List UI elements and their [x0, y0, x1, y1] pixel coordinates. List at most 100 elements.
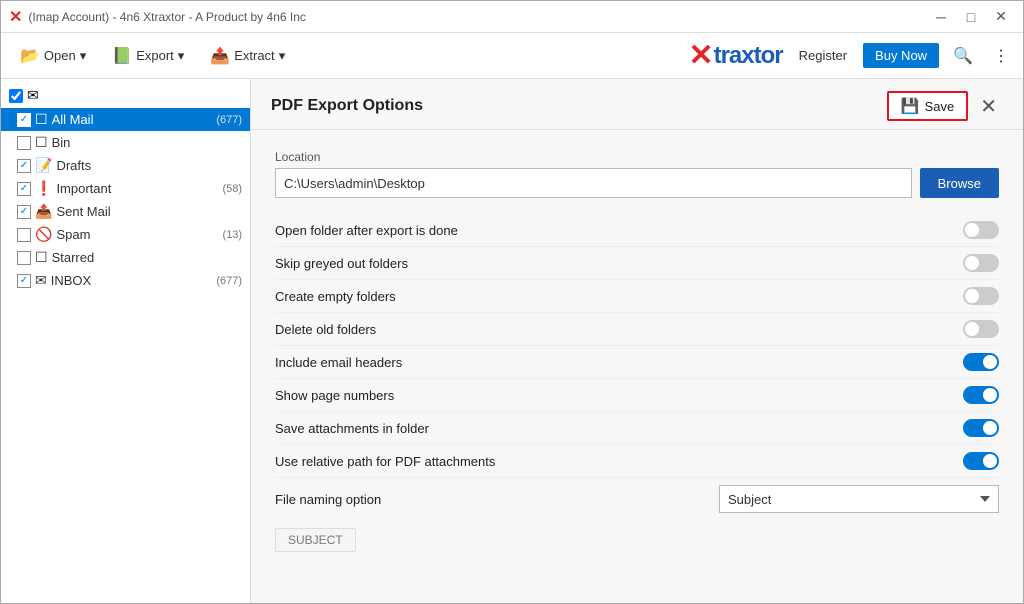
- inbox-label: INBOX: [51, 273, 213, 288]
- titlebar-left: ✕ (Imap Account) - 4n6 Xtraxtor - A Prod…: [9, 7, 306, 27]
- toggle-thumb-save-attachments: [983, 421, 997, 435]
- toggle-label-include-headers: Include email headers: [275, 355, 402, 370]
- open-chevron: ▾: [80, 48, 87, 64]
- titlebar-title: (Imap Account) - 4n6 Xtraxtor - A Produc…: [28, 10, 305, 24]
- maximize-button[interactable]: □: [957, 7, 985, 27]
- location-input[interactable]: [275, 168, 912, 198]
- sidebar-master-checkbox[interactable]: [9, 89, 23, 103]
- toolbar-right: ✕ traxtor Register Buy Now 🔍 ⋮: [688, 38, 1015, 73]
- spam-folder-icon: 🚫: [35, 226, 52, 243]
- logo-text: traxtor: [714, 42, 783, 70]
- save-label: Save: [925, 99, 955, 114]
- file-naming-select[interactable]: SubjectDateFromTo: [719, 485, 999, 513]
- open-label: Open: [44, 48, 76, 63]
- panel: PDF Export Options 💾 Save ✕ Location Bro…: [251, 79, 1023, 603]
- toggle-include-headers[interactable]: [963, 353, 999, 371]
- all-mail-label: All Mail: [52, 112, 213, 127]
- file-naming-label: File naming option: [275, 492, 381, 507]
- starred-checkbox[interactable]: [17, 251, 31, 265]
- toggle-label-skip-greyed: Skip greyed out folders: [275, 256, 408, 271]
- sidebar-item-important[interactable]: ❗ Important (58): [1, 177, 250, 200]
- save-button[interactable]: 💾 Save: [887, 91, 968, 121]
- toggle-open-folder[interactable]: [963, 221, 999, 239]
- all-mail-checkbox[interactable]: [17, 113, 31, 127]
- sent-mail-folder-icon: 📤: [35, 203, 52, 220]
- register-link[interactable]: Register: [791, 44, 855, 67]
- bin-label: Bin: [52, 135, 238, 150]
- export-chevron: ▾: [178, 48, 185, 64]
- all-mail-folder-icon: ☐: [35, 111, 48, 128]
- sidebar-item-starred[interactable]: ☐ Starred: [1, 246, 250, 269]
- toggle-relative-path[interactable]: [963, 452, 999, 470]
- toggle-label-open-folder: Open folder after export is done: [275, 223, 458, 238]
- export-button[interactable]: 📗 Export ▾: [101, 40, 195, 72]
- toggle-label-delete-old: Delete old folders: [275, 322, 376, 337]
- browse-button[interactable]: Browse: [920, 168, 999, 198]
- location-label: Location: [275, 150, 999, 164]
- important-folder-icon: ❗: [35, 180, 52, 197]
- toggle-create-empty[interactable]: [963, 287, 999, 305]
- extract-chevron: ▾: [279, 48, 286, 64]
- toggle-delete-old[interactable]: [963, 320, 999, 338]
- sent-mail-checkbox[interactable]: [17, 205, 31, 219]
- toggle-row-delete-old: Delete old folders: [275, 313, 999, 346]
- all-mail-count: (677): [216, 114, 242, 126]
- starred-folder-icon: ☐: [35, 249, 48, 266]
- toggle-row-skip-greyed: Skip greyed out folders: [275, 247, 999, 280]
- toggle-label-show-page-numbers: Show page numbers: [275, 388, 394, 403]
- drafts-label: Drafts: [56, 158, 238, 173]
- toggle-thumb-create-empty: [965, 289, 979, 303]
- spam-checkbox[interactable]: [17, 228, 31, 242]
- save-icon: 💾: [901, 97, 920, 115]
- inbox-checkbox[interactable]: [17, 274, 31, 288]
- sidebar-item-spam[interactable]: 🚫 Spam (13): [1, 223, 250, 246]
- sidebar-item-drafts[interactable]: 📝 Drafts: [1, 154, 250, 177]
- toggle-row-save-attachments: Save attachments in folder: [275, 412, 999, 445]
- minimize-button[interactable]: ─: [927, 7, 955, 27]
- window-close-button[interactable]: ✕: [987, 7, 1015, 27]
- toggle-thumb-open-folder: [965, 223, 979, 237]
- toggle-thumb-relative-path: [983, 454, 997, 468]
- export-label: Export: [136, 48, 174, 63]
- toggle-show-page-numbers[interactable]: [963, 386, 999, 404]
- important-label: Important: [56, 181, 218, 196]
- toggle-skip-greyed[interactable]: [963, 254, 999, 272]
- main-window: ✕ (Imap Account) - 4n6 Xtraxtor - A Prod…: [0, 0, 1024, 604]
- toolbar: 📂 Open ▾ 📗 Export ▾ 📤 Extract ▾ ✕ traxto…: [1, 33, 1023, 79]
- open-folder-icon: 📂: [20, 46, 40, 66]
- app-icon: ✕: [9, 7, 22, 27]
- toggle-row-include-headers: Include email headers: [275, 346, 999, 379]
- export-icon: 📗: [112, 46, 132, 66]
- sidebar-item-sent-mail[interactable]: 📤 Sent Mail: [1, 200, 250, 223]
- toggle-label-relative-path: Use relative path for PDF attachments: [275, 454, 495, 469]
- bin-folder-icon: ☐: [35, 134, 48, 151]
- sidebar-item-bin[interactable]: ☐ Bin: [1, 131, 250, 154]
- panel-header-actions: 💾 Save ✕: [887, 91, 1003, 121]
- drafts-checkbox[interactable]: [17, 159, 31, 173]
- titlebar: ✕ (Imap Account) - 4n6 Xtraxtor - A Prod…: [1, 1, 1023, 33]
- toggle-thumb-include-headers: [983, 355, 997, 369]
- menu-icon-button[interactable]: ⋮: [987, 42, 1015, 70]
- sidebar-header: ✉: [1, 83, 250, 108]
- location-input-row: Browse: [275, 168, 999, 198]
- toggle-row-show-page-numbers: Show page numbers: [275, 379, 999, 412]
- subject-tag-row: SUBJECT: [275, 520, 999, 552]
- sidebar-item-all-mail[interactable]: ☐ All Mail (677): [1, 108, 250, 131]
- toggle-row-relative-path: Use relative path for PDF attachments: [275, 445, 999, 478]
- open-button[interactable]: 📂 Open ▾: [9, 40, 97, 72]
- drafts-folder-icon: 📝: [35, 157, 52, 174]
- bin-checkbox[interactable]: [17, 136, 31, 150]
- toggle-save-attachments[interactable]: [963, 419, 999, 437]
- sidebar-item-inbox[interactable]: ✉ INBOX (677): [1, 269, 250, 292]
- toggle-thumb-skip-greyed: [965, 256, 979, 270]
- extract-button[interactable]: 📤 Extract ▾: [199, 40, 296, 72]
- panel-close-button[interactable]: ✕: [974, 92, 1003, 121]
- file-naming-row: File naming option SubjectDateFromTo: [275, 478, 999, 520]
- logo-x: ✕: [688, 38, 713, 73]
- important-checkbox[interactable]: [17, 182, 31, 196]
- buy-now-button[interactable]: Buy Now: [863, 43, 939, 68]
- extract-label: Extract: [234, 48, 274, 63]
- search-icon-button[interactable]: 🔍: [947, 42, 979, 70]
- toggle-row-open-folder: Open folder after export is done: [275, 214, 999, 247]
- toggle-label-save-attachments: Save attachments in folder: [275, 421, 429, 436]
